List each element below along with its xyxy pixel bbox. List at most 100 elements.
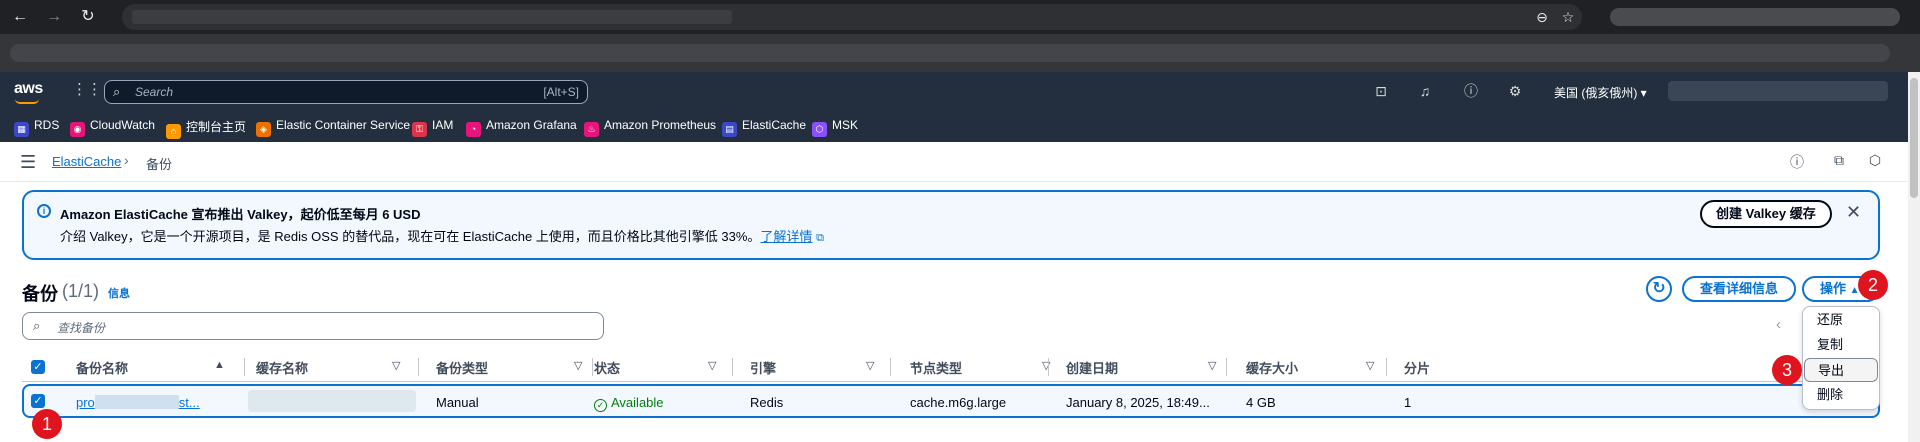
column-divider[interactable] [592, 358, 593, 376]
sort-icon[interactable]: ▽ [1042, 359, 1050, 372]
zoom-icon[interactable]: ⊖ [1532, 7, 1552, 27]
back-icon[interactable]: ← [8, 6, 32, 28]
pagination-prev-icon[interactable]: ‹ [1776, 316, 1781, 333]
fav-label: Amazon Prometheus [604, 118, 717, 132]
rds-icon: ▦ [14, 122, 29, 137]
refresh-button[interactable]: ↻ [1646, 276, 1672, 302]
create-valkey-button[interactable]: 创建 Valkey 缓存 [1700, 200, 1832, 228]
col-backup-type[interactable]: 备份类型 ▽ [436, 358, 582, 377]
aws-logo[interactable]: aws [14, 80, 43, 104]
step-badge-3: 3 [1772, 355, 1802, 385]
favorites-bar: ▦ RDS ◉ CloudWatch ⌂ 控制台主页 ◈ Elastic Contain… [0, 110, 1920, 142]
col-label: 缓存大小 [1246, 361, 1299, 376]
fav-elasticache[interactable]: ▤ ElastiCache [722, 118, 806, 137]
table-row[interactable]: ✓ pro st... Manual ✓ Available Redis cache… [22, 384, 1880, 418]
fav-grafana[interactable]: ◔ Amazon Grafana [466, 118, 577, 137]
column-divider[interactable] [418, 358, 419, 376]
fav-cloudwatch[interactable]: ◉ CloudWatch [70, 118, 155, 137]
column-divider[interactable] [732, 358, 733, 376]
iam-icon: ⚿ [412, 122, 427, 137]
column-divider[interactable] [244, 358, 245, 376]
sort-icon[interactable]: ▽ [866, 359, 874, 372]
menu-item-delete[interactable]: 删除 [1804, 383, 1878, 407]
column-divider[interactable] [890, 358, 891, 376]
breadcrumb-elasticache[interactable]: ElastiCache [52, 154, 121, 169]
bell-icon[interactable]: ♫ [1416, 82, 1434, 100]
breadcrumb: ☰ ElastiCache › 备份 ⓘ ⧉ ⬡ [0, 142, 1908, 182]
row-checkbox[interactable]: ✓ [31, 394, 45, 408]
status-badge: ✓ Available [594, 395, 664, 412]
search-input[interactable]: ⌕ Search [Alt+S] [104, 80, 588, 104]
sort-icon[interactable]: ▽ [1366, 359, 1374, 372]
reload-icon[interactable]: ↻ [76, 6, 100, 28]
filter-placeholder: 查找备份 [57, 321, 106, 335]
info-icon[interactable]: ⓘ [1788, 152, 1806, 170]
sort-icon[interactable]: ▽ [574, 359, 582, 372]
page-title: 备份 [22, 284, 58, 304]
feedback-icon[interactable]: ⧉ [1830, 152, 1848, 170]
backup-type: Manual [436, 395, 479, 410]
fav-rds[interactable]: ▦ RDS [14, 118, 59, 137]
fav-label: MSK [832, 118, 859, 132]
col-label: 备份名称 [76, 361, 129, 376]
menu-item-copy[interactable]: 复制 [1804, 333, 1878, 357]
scrollbar-thumb[interactable] [1910, 78, 1918, 198]
services-grid-icon[interactable]: ⋮⋮ [72, 82, 102, 98]
backup-count: (1/1) [62, 281, 100, 301]
sort-icon[interactable]: ▽ [1208, 359, 1216, 372]
select-all-checkbox[interactable]: ✓ [31, 360, 45, 374]
step-badge-1: 1 [32, 409, 62, 439]
backup-name-suffix: st... [178, 395, 200, 410]
col-label: 节点类型 [910, 361, 963, 376]
elasticache-icon: ▤ [722, 122, 737, 137]
forward-icon[interactable]: → [42, 6, 66, 28]
sort-icon[interactable]: ▽ [392, 359, 400, 372]
cloudshell-icon[interactable]: ⊡ [1372, 82, 1390, 100]
column-divider[interactable] [1226, 358, 1227, 376]
sort-icon[interactable]: ▽ [708, 359, 716, 372]
fav-msk[interactable]: ⬡ MSK [812, 118, 858, 137]
page-scrollbar[interactable] [1908, 72, 1920, 442]
menu-item-export[interactable]: 导出 [1804, 358, 1878, 382]
learn-more-link[interactable]: 了解详情 [760, 229, 812, 244]
cache-size: 4 GB [1246, 395, 1276, 410]
star-icon[interactable]: ☆ [1558, 7, 1578, 27]
help-icon[interactable]: ⓘ [1462, 82, 1480, 100]
col-engine[interactable]: 引擎 ▽ [750, 358, 874, 377]
search-backups-input[interactable]: ⌕ 查找备份 [22, 312, 604, 340]
banner-desc: 介绍 Valkey，它是一个开源项目，是 Redis OSS 的替代品，现在可在… [60, 226, 824, 245]
info-icon: i [37, 204, 51, 218]
region-selector[interactable]: 美国 (俄亥俄州) ▾ [1554, 84, 1647, 101]
sort-asc-icon[interactable]: ▲ [214, 359, 225, 371]
settings-hex-icon[interactable]: ⬡ [1866, 152, 1884, 170]
col-node-type[interactable]: 节点类型 ▽ [910, 358, 1050, 377]
menu-icon[interactable]: ☰ [20, 152, 36, 173]
col-created[interactable]: 创建日期 ▽ [1066, 358, 1216, 377]
address-bar[interactable]: ⊖ ☆ [122, 4, 1582, 30]
col-backup-name[interactable]: 备份名称 ▲ [76, 358, 225, 377]
fav-ecs[interactable]: ◈ Elastic Container Service [256, 118, 410, 137]
fav-iam[interactable]: ⚿ IAM [412, 118, 453, 137]
fav-prometheus[interactable]: ♨ Amazon Prometheus [584, 118, 716, 137]
info-link[interactable]: 信息 [108, 285, 130, 301]
fav-console-home[interactable]: ⌂ 控制台主页 [166, 118, 246, 139]
col-cache-name[interactable]: 缓存名称 ▽ [256, 358, 400, 377]
name-redacted [94, 395, 179, 409]
backup-name-link[interactable]: pro st... [76, 395, 200, 410]
col-shards[interactable]: 分片 [1404, 358, 1430, 377]
external-link-icon: ⧉ [816, 232, 824, 244]
fav-label: Amazon Grafana [486, 118, 577, 132]
close-icon[interactable]: ✕ [1846, 202, 1861, 223]
view-details-button[interactable]: 查看详细信息 [1682, 276, 1797, 302]
gear-icon[interactable]: ⚙ [1506, 82, 1524, 100]
column-divider[interactable] [1048, 358, 1049, 376]
col-status[interactable]: 状态 ▽ [594, 358, 716, 377]
column-divider[interactable] [1386, 358, 1387, 376]
node-type: cache.m6g.large [910, 395, 1007, 410]
fav-label: RDS [34, 118, 60, 132]
account-menu-redacted[interactable] [1668, 81, 1888, 101]
engine: Redis [750, 395, 784, 410]
col-size[interactable]: 缓存大小 ▽ [1246, 358, 1374, 377]
menu-item-restore[interactable]: 还原 [1804, 308, 1878, 332]
created-date: January 8, 2025, 18:49... [1066, 395, 1210, 410]
